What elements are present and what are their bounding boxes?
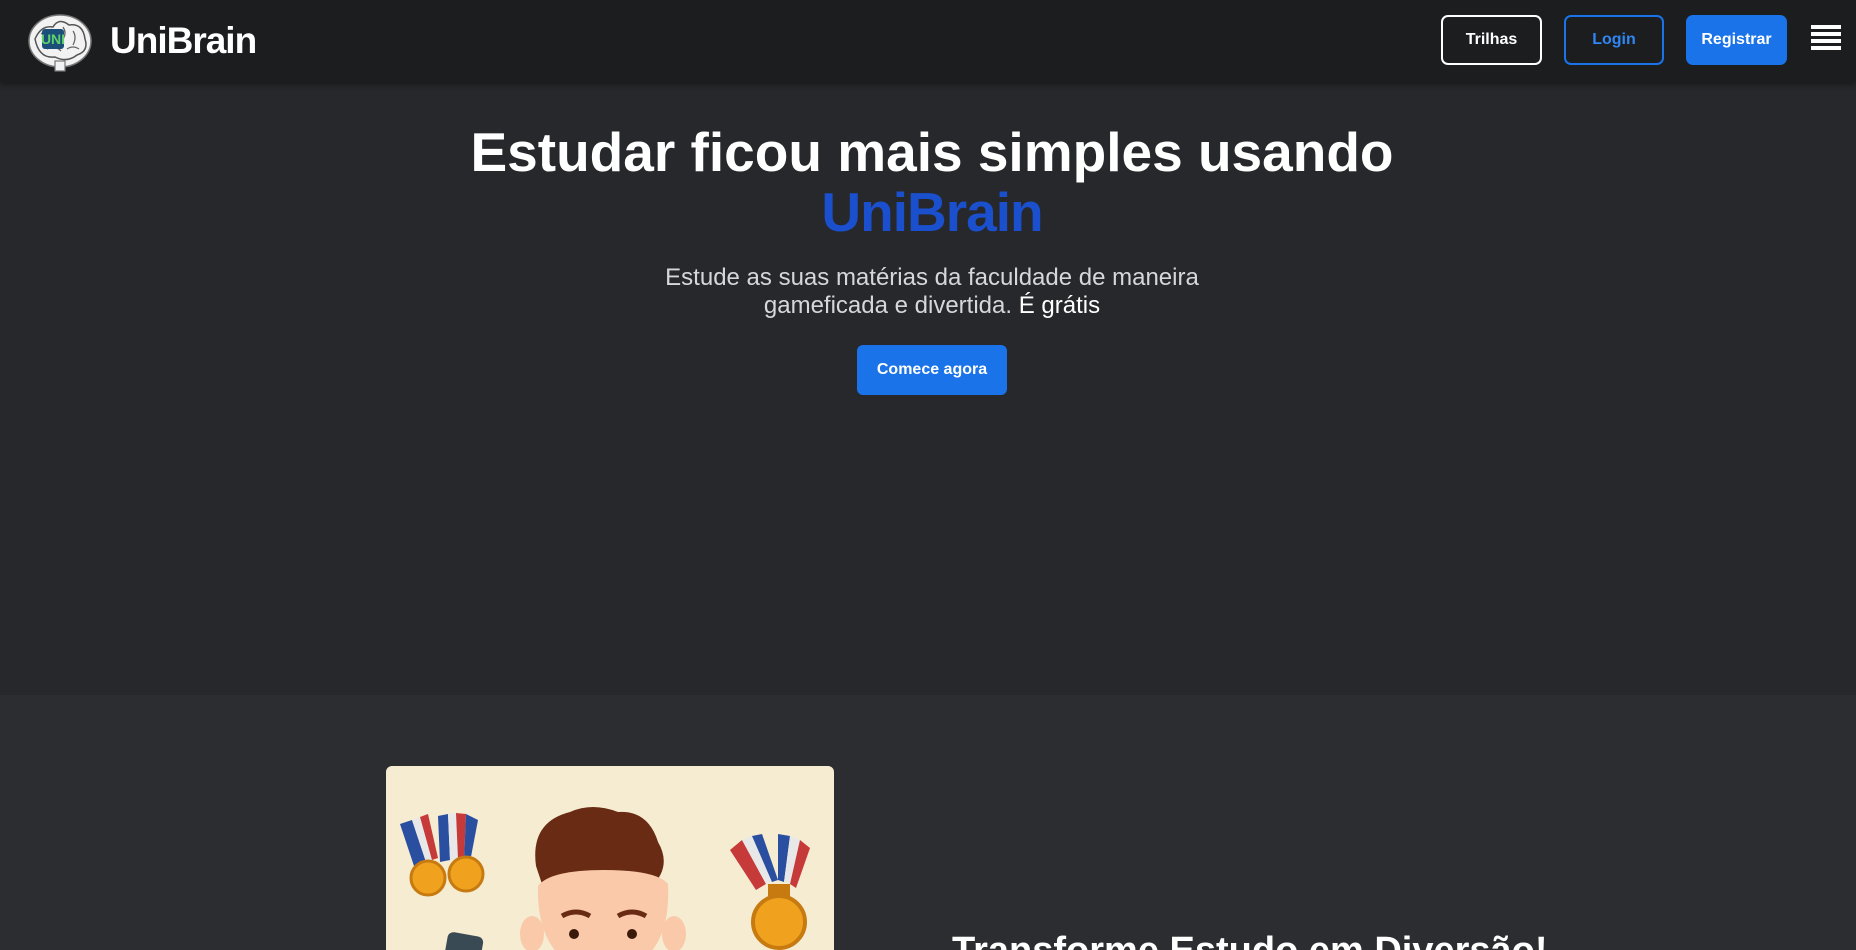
phone-icon xyxy=(440,932,484,950)
trilhas-button[interactable]: Trilhas xyxy=(1441,15,1542,65)
hero-subtitle-line2: gameficada e divertida. xyxy=(763,292,1013,319)
hero-title: Estudar ficou mais simples usando xyxy=(470,121,1394,183)
top-navbar: UNI UniBrain Trilhas Login Registrar xyxy=(0,0,1856,82)
hero-brand: UniBrain xyxy=(821,181,1043,243)
login-button[interactable]: Login xyxy=(1564,15,1664,65)
student-character xyxy=(520,807,686,950)
medal-left-icon xyxy=(400,813,485,897)
hero-subtitle: Estude as suas matérias da faculdade de … xyxy=(0,264,1856,320)
hamburger-menu-icon[interactable] xyxy=(1811,25,1841,51)
hero-subtitle-free: É grátis xyxy=(1018,292,1101,319)
medal-right-icon xyxy=(730,834,810,950)
brain-logo-icon[interactable]: UNI xyxy=(27,11,94,73)
hero-subtitle-line1: Estude as suas matérias da faculdade de … xyxy=(665,264,1199,291)
brand-name[interactable]: UniBrain xyxy=(110,20,257,62)
feature-title: Transforme Estudo em Diversão! xyxy=(952,930,1548,950)
svg-text:UNI: UNI xyxy=(41,31,65,47)
feature-section xyxy=(0,695,1856,950)
registrar-button[interactable]: Registrar xyxy=(1686,15,1787,65)
comece-agora-button[interactable]: Comece agora xyxy=(857,345,1007,395)
student-medals-illustration xyxy=(386,766,834,950)
